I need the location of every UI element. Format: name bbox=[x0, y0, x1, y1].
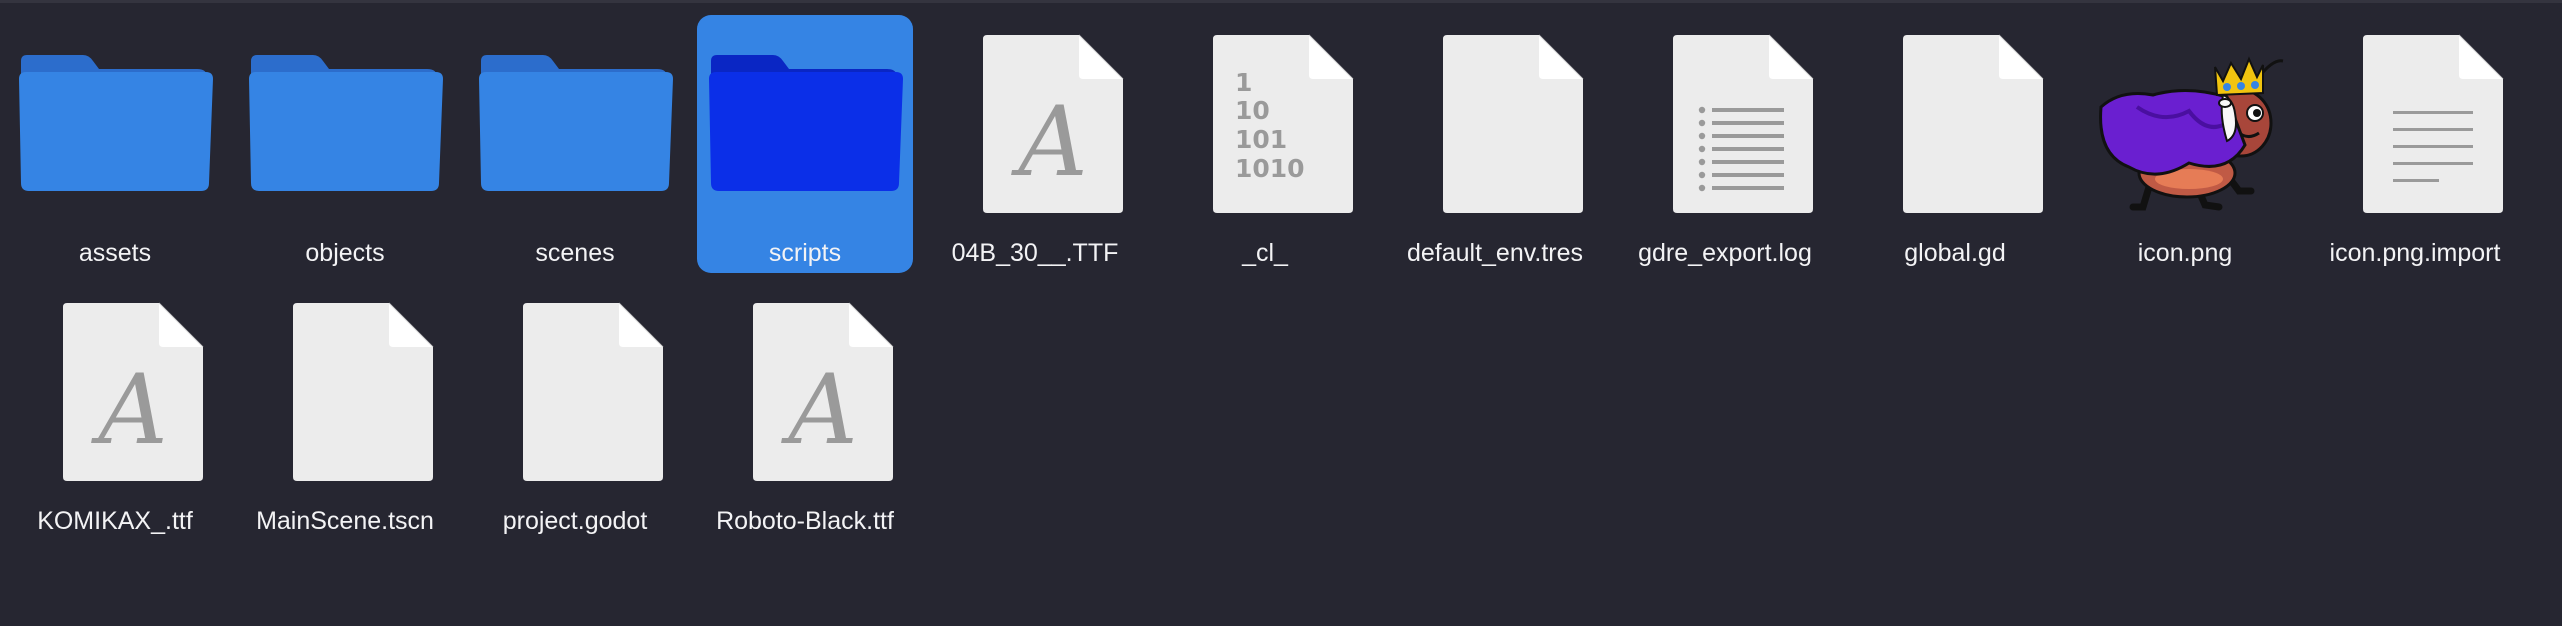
file-name-label: icon.png bbox=[2137, 239, 2233, 267]
folder-icon bbox=[7, 15, 223, 215]
file-item-default-env-tres[interactable]: default_env.tres bbox=[1387, 15, 1603, 273]
file-name-label: scripts bbox=[768, 239, 842, 267]
folder-icon bbox=[697, 15, 913, 215]
file-name-label: project.godot bbox=[502, 507, 648, 535]
file-item-roboto-black-ttf[interactable]: A Roboto-Black.ttf bbox=[697, 283, 913, 541]
file-name-label: _cl_ bbox=[1242, 239, 1288, 267]
blank-file-icon bbox=[1847, 15, 2063, 215]
file-item-scenes[interactable]: scenes bbox=[467, 15, 683, 273]
blank-file-icon bbox=[1387, 15, 1603, 215]
file-name-label: 04B_30__.TTF bbox=[951, 239, 1119, 267]
file-name-label: MainScene.tscn bbox=[256, 507, 434, 535]
file-item-global-gd[interactable]: global.gd bbox=[1847, 15, 2063, 273]
svg-text:10: 10 bbox=[1235, 96, 1270, 125]
svg-text:1: 1 bbox=[1235, 68, 1252, 97]
file-name-label: global.gd bbox=[1904, 239, 2006, 267]
folder-icon bbox=[237, 15, 453, 215]
file-item-gdre-export-log[interactable]: gdre_export.log bbox=[1617, 15, 1833, 273]
file-name-label: scenes bbox=[535, 239, 615, 267]
blank-file-icon bbox=[467, 283, 683, 483]
file-name-label: Roboto-Black.ttf bbox=[716, 507, 894, 535]
file-item-objects[interactable]: objects bbox=[237, 15, 453, 273]
window-top-border bbox=[0, 0, 2562, 3]
svg-text:101: 101 bbox=[1235, 125, 1287, 154]
svg-text:1010: 1010 bbox=[1235, 154, 1305, 183]
file-name-label: objects bbox=[305, 239, 385, 267]
beetle-king-image-icon bbox=[2077, 15, 2293, 215]
file-name-label: icon.png.import bbox=[2329, 239, 2501, 267]
file-item-komikax-ttf[interactable]: A KOMIKAX_.ttf bbox=[7, 283, 223, 541]
file-name-label: gdre_export.log bbox=[1638, 239, 1812, 267]
text-file-icon bbox=[2307, 15, 2523, 215]
file-item-cl[interactable]: 1 10 101 1010 _cl_ bbox=[1157, 15, 1373, 273]
file-item-scripts[interactable]: scripts bbox=[697, 15, 913, 273]
file-item-mainscene-tscn[interactable]: MainScene.tscn bbox=[237, 283, 453, 541]
file-item-project-godot[interactable]: project.godot bbox=[467, 283, 683, 541]
file-item-assets[interactable]: assets bbox=[7, 15, 223, 273]
file-name-label: default_env.tres bbox=[1406, 239, 1584, 267]
font-file-icon: A bbox=[927, 15, 1143, 215]
binary-file-icon: 1 10 101 1010 bbox=[1157, 15, 1373, 215]
svg-text:A: A bbox=[780, 354, 857, 466]
text-list-file-icon bbox=[1617, 15, 1833, 215]
file-name-label: KOMIKAX_.ttf bbox=[37, 507, 193, 535]
blank-file-icon bbox=[237, 283, 453, 483]
file-item-04b-30-ttf[interactable]: A 04B_30__.TTF bbox=[927, 15, 1143, 273]
font-file-icon: A bbox=[7, 283, 223, 483]
svg-text:A: A bbox=[1010, 86, 1087, 198]
svg-text:A: A bbox=[90, 354, 167, 466]
font-file-icon: A bbox=[697, 283, 913, 483]
file-item-icon-png-import[interactable]: icon.png.import bbox=[2307, 15, 2523, 273]
file-item-icon-png[interactable]: icon.png bbox=[2077, 15, 2293, 273]
file-name-label: assets bbox=[78, 239, 152, 267]
folder-icon bbox=[467, 15, 683, 215]
